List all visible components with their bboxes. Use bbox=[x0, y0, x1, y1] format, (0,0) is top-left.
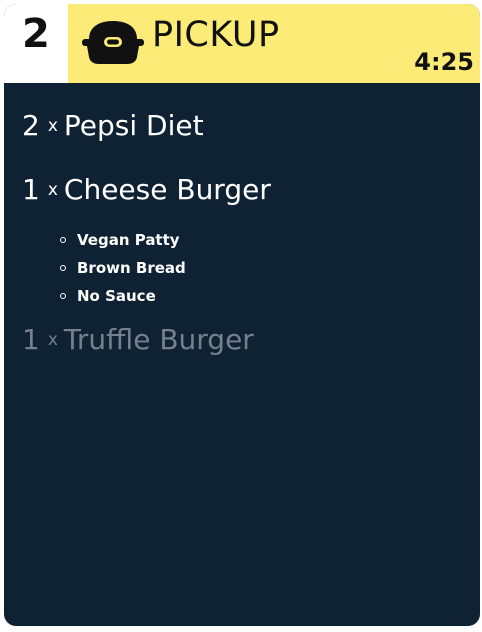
bullet-icon bbox=[60, 237, 66, 243]
order-timer: 4:25 bbox=[414, 48, 474, 76]
order-ticket[interactable]: 2 PICKUP 4:25 2 x Pepsi Diet 1 x Cheese Burg… bbox=[4, 4, 480, 626]
bullet-icon bbox=[60, 265, 66, 271]
item-quantity: 1 bbox=[22, 323, 40, 356]
item-modifier: Vegan Patty bbox=[60, 233, 180, 248]
item-name: Pepsi Diet bbox=[63, 109, 204, 142]
order-item[interactable]: 1 x Cheese Burger bbox=[22, 176, 271, 204]
order-item-completed[interactable]: 1 x Truffle Burger bbox=[22, 326, 254, 354]
order-item[interactable]: 2 x Pepsi Diet bbox=[22, 112, 204, 140]
modifier-label: Vegan Patty bbox=[77, 231, 180, 249]
item-quantity: 2 bbox=[22, 109, 40, 142]
pickup-bag-icon bbox=[82, 21, 144, 64]
item-times-sign: x bbox=[47, 180, 58, 200]
order-type-banner: PICKUP 4:25 bbox=[68, 4, 480, 83]
item-times-sign: x bbox=[47, 116, 58, 136]
item-name: Cheese Burger bbox=[63, 173, 271, 206]
modifier-label: Brown Bread bbox=[77, 259, 186, 277]
modifier-label: No Sauce bbox=[77, 287, 156, 305]
bullet-icon bbox=[60, 293, 66, 299]
item-modifier: No Sauce bbox=[60, 289, 156, 304]
order-number-box: 2 bbox=[4, 4, 68, 83]
item-modifier: Brown Bread bbox=[60, 261, 186, 276]
item-quantity: 1 bbox=[22, 173, 40, 206]
order-type-label: PICKUP bbox=[152, 15, 280, 55]
item-times-sign: x bbox=[47, 330, 58, 350]
item-name: Truffle Burger bbox=[63, 323, 254, 356]
order-number: 2 bbox=[22, 11, 50, 57]
ticket-header: 2 PICKUP 4:25 bbox=[4, 4, 480, 83]
